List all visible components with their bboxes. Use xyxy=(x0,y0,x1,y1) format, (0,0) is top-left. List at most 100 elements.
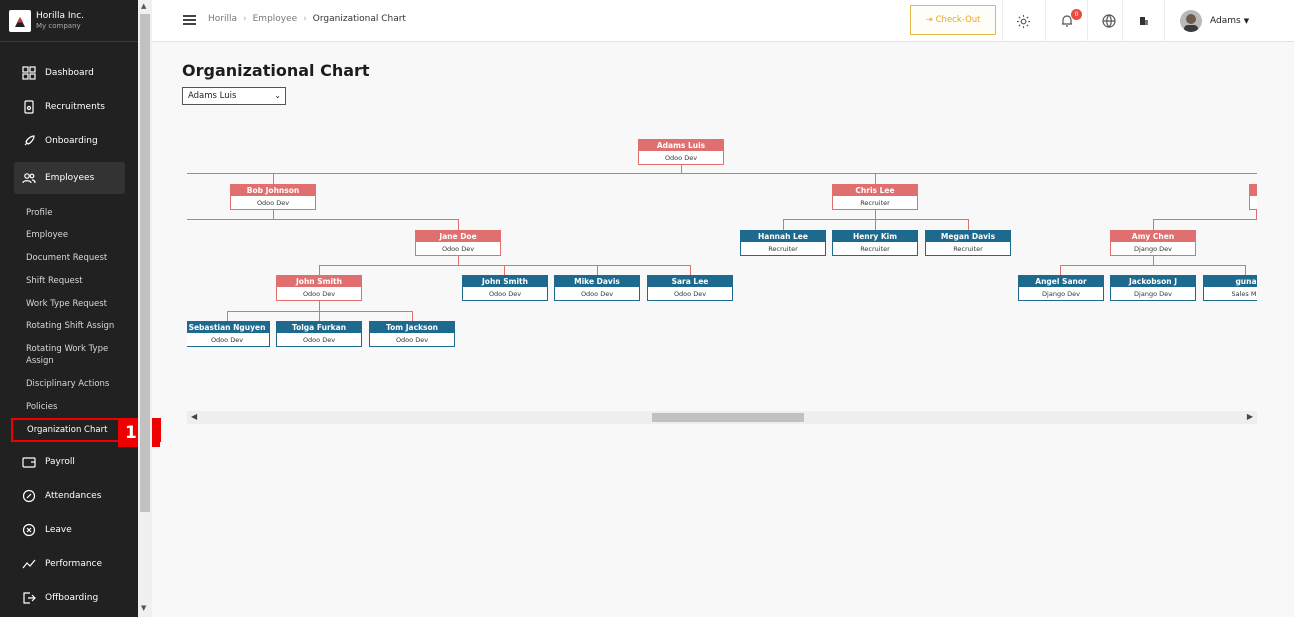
org-node-guna[interactable]: gunaSales Ma xyxy=(1203,275,1257,301)
node-name: Henry Kim xyxy=(832,230,918,242)
org-node-jackobson-j[interactable]: Jackobson J Django Dev xyxy=(1110,275,1196,301)
close-circle-icon xyxy=(21,522,37,538)
employee-select[interactable]: Adams Luis ⌄ xyxy=(182,87,286,105)
sidebar-item-label: Offboarding xyxy=(45,593,99,603)
node-name: Chris Lee xyxy=(832,184,918,196)
org-node-hannah-lee[interactable]: Hannah Lee Recruiter xyxy=(740,230,826,256)
scroll-right-icon[interactable]: ▶ xyxy=(1247,412,1253,421)
sub-item-shift-request[interactable]: Shift Request xyxy=(26,275,126,287)
company-sub: My company xyxy=(36,22,81,30)
checkout-button[interactable]: ⇥ Check-Out xyxy=(910,5,996,35)
user-menu[interactable]: Adams ▼ xyxy=(1164,0,1249,42)
sidebar-item-onboarding[interactable]: Onboarding xyxy=(14,125,125,157)
scroll-up-icon[interactable]: ▲ xyxy=(141,2,146,10)
sidebar-item-leave[interactable]: Leave xyxy=(14,514,125,546)
org-node-angel-sanor[interactable]: Angel Sanor Django Dev xyxy=(1018,275,1104,301)
org-node-john-smith[interactable]: John Smith Odoo Dev xyxy=(462,275,548,301)
sidebar-item-employees[interactable]: Employees xyxy=(14,162,125,194)
node-name: Jane Doe xyxy=(415,230,501,242)
node-role: Django Dev xyxy=(1110,287,1196,301)
breadcrumb-home[interactable]: Horilla xyxy=(208,14,237,24)
exit-icon: ⇥ xyxy=(925,15,933,25)
scroll-down-icon[interactable]: ▼ xyxy=(141,604,146,612)
notifications-button[interactable]: 0 xyxy=(1045,0,1087,42)
settings-button[interactable] xyxy=(1002,0,1044,42)
sub-item-employee[interactable]: Employee xyxy=(26,229,126,241)
notification-badge: 0 xyxy=(1071,9,1082,20)
connector xyxy=(875,210,876,219)
org-node-henry-kim[interactable]: Henry Kim Recruiter xyxy=(832,230,918,256)
org-node-adams-luis[interactable]: Adams Luis Odoo Dev xyxy=(638,139,724,165)
connector xyxy=(187,219,459,220)
node-name: John Smith xyxy=(462,275,548,287)
building-icon xyxy=(1139,17,1148,25)
org-node-megan-davis[interactable]: Megan Davis Recruiter xyxy=(925,230,1011,256)
org-node-tolga-furkan[interactable]: Tolga Furkan Odoo Dev xyxy=(276,321,362,347)
scrollbar-thumb[interactable] xyxy=(652,413,804,422)
brand-logo-icon xyxy=(9,9,31,32)
checkout-label: Check-Out xyxy=(935,15,981,25)
node-role: Odoo Dev xyxy=(638,151,724,165)
menu-icon[interactable] xyxy=(183,15,196,25)
company-button[interactable] xyxy=(1122,0,1164,42)
breadcrumb-employee[interactable]: Employee xyxy=(253,14,298,24)
sidebar-item-attendances[interactable]: Attendances xyxy=(14,480,125,512)
org-node-amy-chen[interactable]: Amy Chen Django Dev xyxy=(1110,230,1196,256)
node-role: Odoo Dev xyxy=(647,287,733,301)
connector xyxy=(875,173,876,184)
connector xyxy=(597,265,598,275)
org-node-tom-jackson[interactable]: Tom Jackson Odoo Dev xyxy=(369,321,455,347)
node-name: Tom Jackson xyxy=(369,321,455,333)
org-node-mike-davis[interactable]: Mike Davis Odoo Dev xyxy=(554,275,640,301)
node-name: Jackobson J xyxy=(1110,275,1196,287)
phone-icon xyxy=(21,99,37,115)
org-node-chris-lee[interactable]: Chris Lee Recruiter xyxy=(832,184,918,210)
sub-item-disciplinary-actions[interactable]: Disciplinary Actions xyxy=(26,378,126,390)
node-name: Bob Johnson xyxy=(230,184,316,196)
sub-item-work-type-request[interactable]: Work Type Request xyxy=(26,298,126,310)
connector xyxy=(875,219,876,230)
node-role: Recruiter xyxy=(832,196,918,210)
org-node-sara-lee[interactable]: Sara Lee Odoo Dev xyxy=(647,275,733,301)
rocket-icon xyxy=(21,133,37,149)
node-role: Sales Ma xyxy=(1203,287,1257,301)
sub-item-rotating-work-type-assign[interactable]: Rotating Work Type Assign xyxy=(26,343,126,367)
connector xyxy=(690,265,691,275)
brand[interactable]: Horilla Inc. My company xyxy=(0,0,138,42)
clock-icon xyxy=(21,488,37,504)
scroll-left-icon[interactable]: ◀ xyxy=(191,412,197,421)
org-node-partial[interactable] xyxy=(1249,184,1257,210)
org-node-sebastian-nguyen[interactable]: Sebastian Nguyen Odoo Dev xyxy=(187,321,270,347)
chart-horizontal-scrollbar[interactable]: ◀ ▶ xyxy=(187,411,1257,424)
wallet-icon xyxy=(21,454,37,470)
connector xyxy=(1153,219,1154,230)
scrollbar-thumb[interactable] xyxy=(140,14,150,512)
chart-line-icon xyxy=(21,556,37,572)
sub-item-policies[interactable]: Policies xyxy=(26,401,126,413)
org-node-bob-johnson[interactable]: Bob Johnson Odoo Dev xyxy=(230,184,316,210)
org-node-john-smith-manager[interactable]: John Smith Odoo Dev xyxy=(276,275,362,301)
sub-item-profile[interactable]: Profile xyxy=(26,207,126,219)
sidebar-item-recruitments[interactable]: Recruitments xyxy=(14,91,125,123)
sidebar-scrollbar[interactable]: ▲ ▼ xyxy=(138,0,152,617)
connector xyxy=(1256,210,1257,219)
sidebar-item-performance[interactable]: Performance xyxy=(14,548,125,580)
chevron-right-icon: › xyxy=(243,14,247,24)
topbar: Horilla › Employee › Organizational Char… xyxy=(152,0,1294,42)
connector xyxy=(319,301,320,311)
sidebar-item-label: Leave xyxy=(45,525,72,535)
node-role: Recruiter xyxy=(740,242,826,256)
sub-item-document-request[interactable]: Document Request xyxy=(26,252,126,264)
sidebar-item-dashboard[interactable]: Dashboard xyxy=(14,57,125,89)
sidebar-item-label: Employees xyxy=(45,173,95,183)
people-icon xyxy=(21,170,37,186)
connector xyxy=(187,173,1257,174)
connector xyxy=(1153,256,1154,265)
org-chart: Adams Luis Odoo Dev Bob Johnson Odoo Dev C… xyxy=(187,120,1257,405)
sidebar-item-offboarding[interactable]: Offboarding xyxy=(14,582,125,614)
node-name: Adams Luis xyxy=(638,139,724,151)
sub-item-rotating-shift-assign[interactable]: Rotating Shift Assign xyxy=(26,320,126,332)
org-node-jane-doe[interactable]: Jane Doe Odoo Dev xyxy=(415,230,501,256)
grid-icon xyxy=(21,65,37,81)
sidebar-item-payroll[interactable]: Payroll xyxy=(14,446,125,478)
